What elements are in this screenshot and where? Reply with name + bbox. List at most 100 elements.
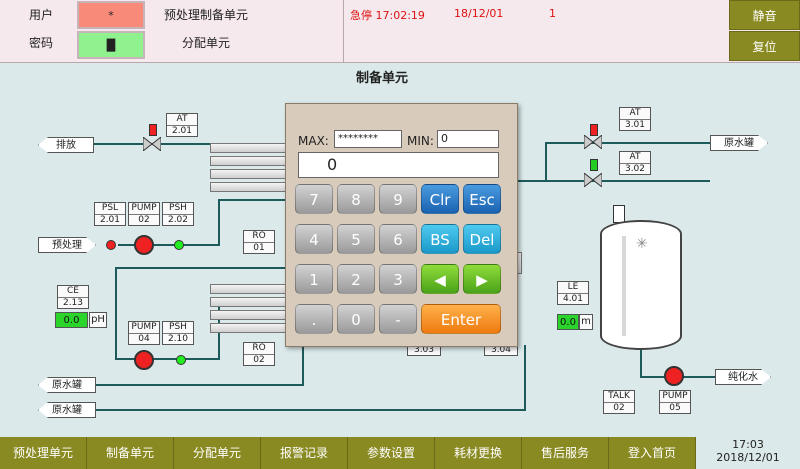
user-input[interactable]: * bbox=[77, 1, 145, 29]
ce-box: CE 2.13 bbox=[57, 285, 89, 309]
alarm-text: 急停 17:02:19 bbox=[350, 9, 425, 22]
key-3[interactable]: 3 bbox=[379, 264, 417, 294]
le-unit: m bbox=[579, 314, 593, 330]
nav-pretreatment[interactable]: 预处理单元 bbox=[0, 437, 87, 469]
page-title: 制备单元 bbox=[356, 71, 409, 86]
clock-panel: 17:03 2018/12/01 bbox=[696, 437, 800, 469]
valve-indicator-red bbox=[149, 124, 157, 136]
ce-value: 0.0 bbox=[55, 312, 88, 328]
ro-membrane bbox=[210, 284, 286, 294]
nav-parameters[interactable]: 参数设置 bbox=[348, 437, 435, 469]
password-input[interactable]: █ bbox=[77, 31, 145, 59]
valve-icon[interactable] bbox=[142, 135, 162, 153]
cursor-right-icon[interactable]: ▶ bbox=[463, 264, 501, 294]
key-2[interactable]: 2 bbox=[337, 264, 375, 294]
pump-05-icon[interactable] bbox=[664, 366, 684, 386]
backspace-key[interactable]: BS bbox=[421, 224, 459, 254]
tank-level-gauge bbox=[622, 236, 626, 336]
psl-indicator bbox=[106, 240, 116, 250]
pump-02-box: PUMP 02 bbox=[128, 202, 160, 226]
key-8[interactable]: 8 bbox=[337, 184, 375, 214]
ro-membrane bbox=[210, 156, 286, 166]
nav-alarm-log[interactable]: 报警记录 bbox=[261, 437, 348, 469]
pipe-raw-1-up bbox=[302, 345, 304, 386]
delete-key[interactable]: Del bbox=[463, 224, 501, 254]
keypad-display[interactable]: 0 bbox=[298, 152, 499, 178]
pure-water-tag: 纯化水 bbox=[715, 369, 771, 385]
pipe-loop-top bbox=[115, 267, 287, 269]
key-9[interactable]: 9 bbox=[379, 184, 417, 214]
pipe-raw-2-up bbox=[524, 345, 526, 411]
pipe-loop-bottom bbox=[115, 358, 220, 360]
enter-key[interactable]: Enter bbox=[421, 304, 501, 334]
key-dot[interactable]: . bbox=[295, 304, 333, 334]
le-value: 0.0 bbox=[557, 314, 579, 330]
talk-box: TALK 02 bbox=[603, 390, 635, 414]
nav-service[interactable]: 售后服务 bbox=[522, 437, 609, 469]
user-label: 用户 bbox=[29, 8, 54, 22]
max-label: MAX: bbox=[298, 134, 329, 148]
nav-distribution[interactable]: 分配单元 bbox=[174, 437, 261, 469]
raw-tank-tag-1: 原水罐 bbox=[38, 377, 96, 393]
pipe-right-vert bbox=[545, 142, 547, 182]
drain-tag: 排放 bbox=[38, 137, 94, 153]
valve-icon-right-1[interactable] bbox=[583, 133, 603, 151]
cursor-left-icon[interactable]: ◀ bbox=[421, 264, 459, 294]
psh-2-10-box: PSH 2.10 bbox=[162, 321, 194, 345]
numeric-keypad: MAX: ******** MIN: 0 0 7 8 9 Clr Esc 4 5… bbox=[285, 103, 518, 347]
key-1[interactable]: 1 bbox=[295, 264, 333, 294]
key-7[interactable]: 7 bbox=[295, 184, 333, 214]
ro-membrane bbox=[210, 169, 286, 179]
key-minus[interactable]: - bbox=[379, 304, 417, 334]
ro-membrane bbox=[210, 143, 286, 153]
psh-2-02-box: PSH 2.02 bbox=[162, 202, 194, 226]
valve-icon-right-2[interactable] bbox=[583, 171, 603, 189]
clear-key[interactable]: Clr bbox=[421, 184, 459, 214]
alarm-count: 1 bbox=[549, 7, 556, 20]
key-0[interactable]: 0 bbox=[337, 304, 375, 334]
nav-preparation[interactable]: 制备单元 bbox=[87, 437, 174, 469]
key-6[interactable]: 6 bbox=[379, 224, 417, 254]
ro-membrane bbox=[210, 182, 286, 192]
header-divider bbox=[343, 0, 344, 62]
pipe-a bbox=[218, 199, 286, 201]
reset-button[interactable]: 复位 bbox=[729, 31, 800, 61]
clock-date: 2018/12/01 bbox=[716, 451, 780, 464]
pump-05-box: PUMP 05 bbox=[659, 390, 691, 414]
psh-2-02-indicator bbox=[174, 240, 184, 250]
min-label: MIN: bbox=[407, 134, 434, 148]
nav-login-home[interactable]: 登入首页 bbox=[609, 437, 696, 469]
key-4[interactable]: 4 bbox=[295, 224, 333, 254]
escape-key[interactable]: Esc bbox=[463, 184, 501, 214]
valve-indicator-green-right bbox=[590, 159, 598, 171]
pipe-raw-2 bbox=[96, 409, 526, 411]
status-header: 用户 * 密码 █ 预处理制备单元 分配单元 急停 17:02:19 18/12… bbox=[0, 0, 800, 63]
ro-membrane bbox=[210, 323, 286, 333]
key-5[interactable]: 5 bbox=[337, 224, 375, 254]
pipe-loop-left bbox=[115, 267, 117, 359]
ro-membrane bbox=[210, 297, 286, 307]
at-3-01-box: AT 3.01 bbox=[619, 107, 651, 131]
le-box: LE 4.01 bbox=[557, 281, 589, 305]
ro-01-box: RO 01 bbox=[243, 230, 275, 254]
pipe-raw-1 bbox=[96, 384, 304, 386]
alarm-date: 18/12/01 bbox=[454, 7, 504, 20]
pump-02-icon[interactable] bbox=[134, 235, 154, 255]
water-tank: ✳ bbox=[600, 220, 682, 350]
psl-box: PSL 2.01 bbox=[94, 202, 126, 226]
pipe-right-top bbox=[545, 142, 710, 144]
raw-tank-tag-right: 原水罐 bbox=[710, 135, 768, 151]
pump-04-icon[interactable] bbox=[134, 350, 154, 370]
ro-membrane bbox=[210, 310, 286, 320]
nav-consumables[interactable]: 耗材更换 bbox=[435, 437, 522, 469]
ro-02-box: RO 02 bbox=[243, 342, 275, 366]
ce-unit: pH bbox=[89, 312, 107, 328]
pipe-vert-a bbox=[218, 199, 220, 245]
password-label: 密码 bbox=[29, 36, 54, 50]
dist-unit-label: 分配单元 bbox=[182, 36, 231, 50]
at-2-01-box: AT 2.01 bbox=[166, 113, 198, 137]
mute-button[interactable]: 静音 bbox=[729, 0, 800, 30]
psh-2-10-indicator bbox=[176, 355, 186, 365]
pretreat-tag: 预处理 bbox=[38, 237, 96, 253]
raw-tank-tag-2: 原水罐 bbox=[38, 402, 96, 418]
